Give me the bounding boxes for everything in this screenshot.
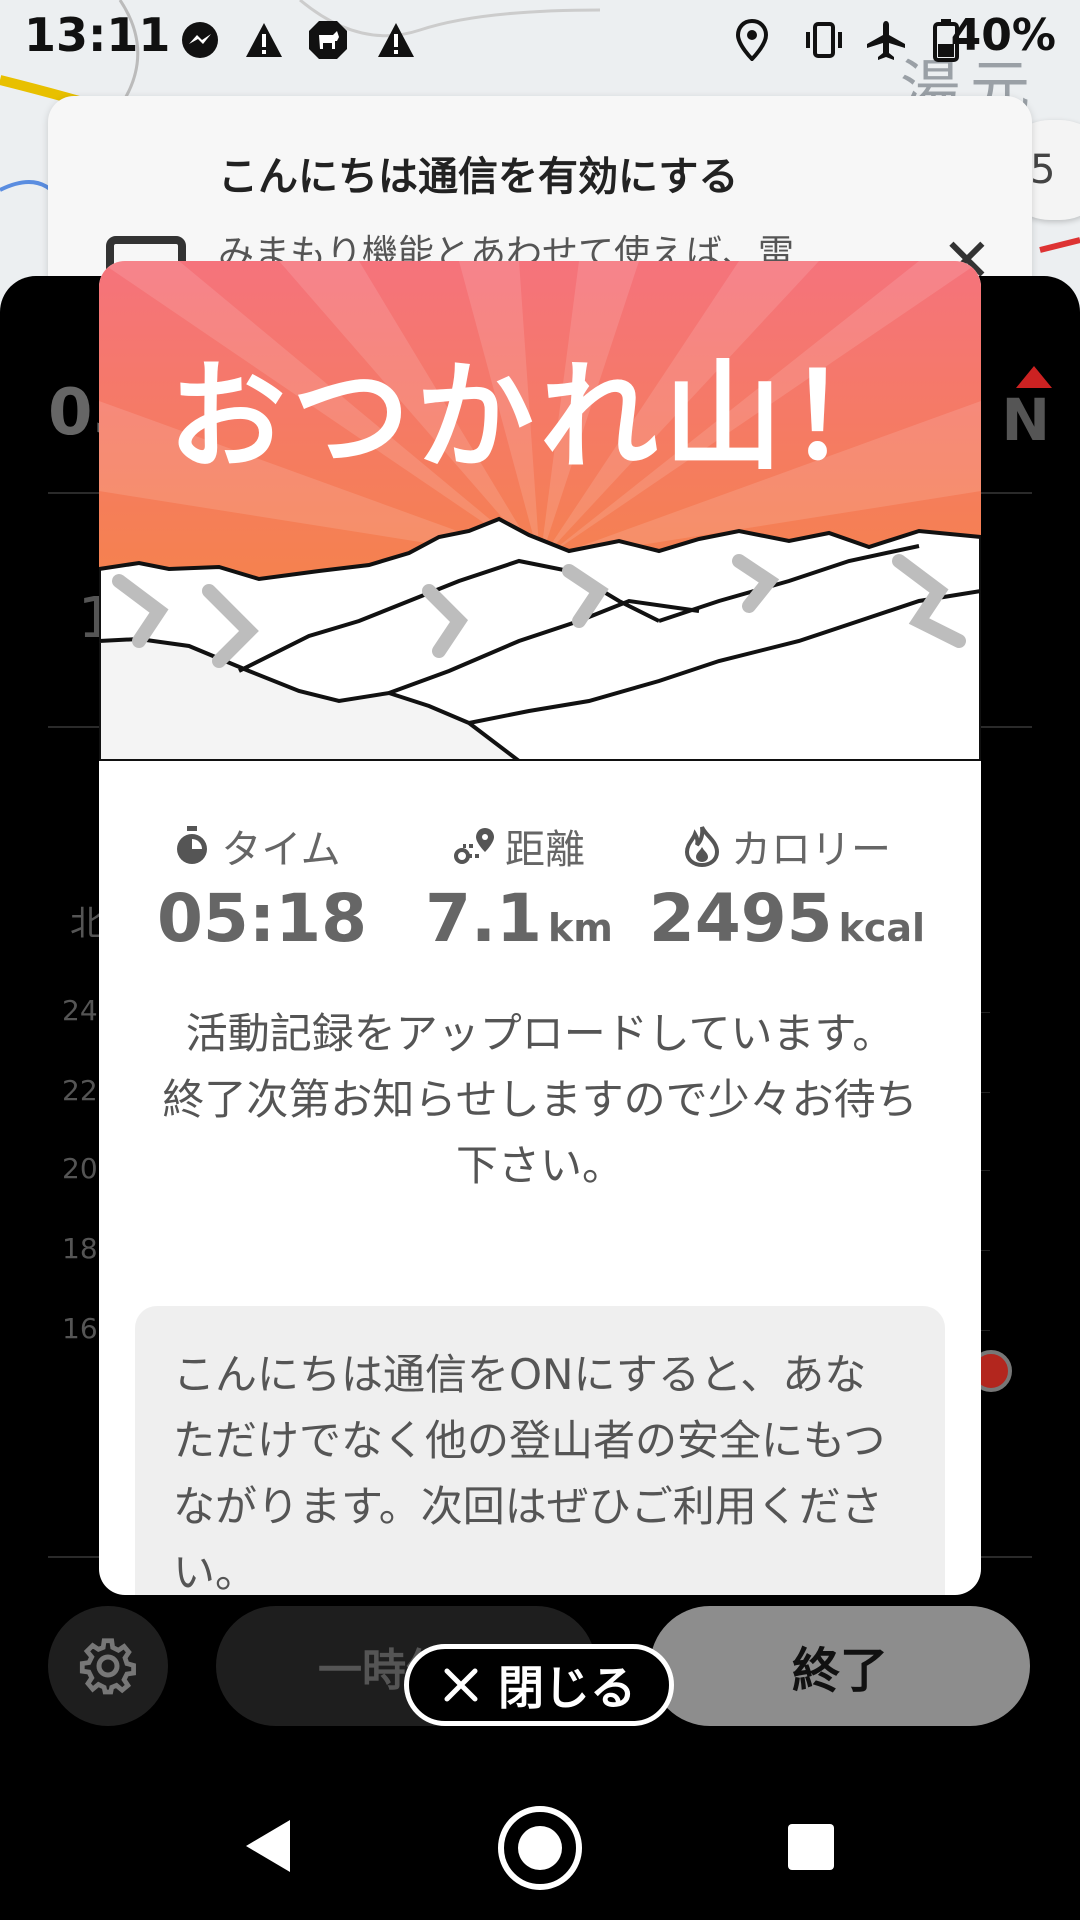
distance-number: 7.1 (425, 880, 543, 957)
stat-time: タイム 05:18 (157, 816, 368, 957)
hero-banner: おつかれ山！ (99, 261, 981, 761)
calories-unit: kcal (838, 906, 926, 950)
gear-icon (79, 1638, 136, 1695)
stat-time-value: 05:18 (157, 880, 368, 957)
close-button-label: 閉じる (498, 1661, 636, 1715)
flame-icon (684, 826, 720, 867)
location-icon (730, 18, 774, 62)
battery-percent: 40% (950, 10, 1056, 61)
upload-message-line: 終了次第お知らせしますので少々お待ち下さい。 (162, 1075, 918, 1190)
banner-title: こんにちは通信を有効にする (218, 154, 739, 200)
stat-time-label: タイム (157, 816, 357, 876)
alert-icon (242, 18, 286, 62)
status-bar: 13:11 40% (0, 0, 1080, 78)
elevation-tick: 22 (62, 1074, 98, 1107)
elevation-tick: 18 (62, 1232, 98, 1265)
upload-message: 活動記録をアップロードしています。 終了次第お知らせしますので少々お待ち下さい。 (159, 1001, 921, 1199)
end-button[interactable]: 終了 (650, 1606, 1030, 1726)
compass-north: N (1001, 386, 1050, 454)
recent-apps-icon[interactable] (788, 1824, 834, 1870)
messenger-icon (178, 18, 222, 62)
stat-distance: 距離 7.1 km (409, 816, 629, 957)
home-icon[interactable] (498, 1806, 582, 1890)
stat-time-label-text: タイム (221, 827, 341, 873)
dog-icon (306, 18, 350, 62)
finish-modal: おつかれ山！ タイム 05:18 距離 7.1 km カロリー 2495 kca… (99, 261, 981, 1595)
stat-distance-label: 距離 (409, 816, 629, 876)
system-nav-bar (0, 1776, 1080, 1920)
vibrate-icon (802, 18, 846, 62)
stopwatch-icon (177, 826, 208, 864)
route-icon (454, 828, 494, 864)
modal-title: おつかれ山！ (167, 348, 912, 486)
info-box: こんにちは通信をONにすると、あなただけでなく他の登山者の安全にもつながります。… (135, 1306, 945, 1595)
stat-distance-value: 7.1 km (409, 880, 629, 957)
stats-row: タイム 05:18 距離 7.1 km カロリー 2495 kcal (99, 816, 981, 957)
stat-distance-label-text: 距離 (505, 827, 585, 873)
status-time: 13:11 (24, 8, 171, 62)
close-button[interactable]: 閉じる (404, 1644, 674, 1726)
alert-icon (374, 18, 418, 62)
elevation-tick: 16 (62, 1312, 98, 1345)
calories-number: 2495 (648, 880, 833, 957)
distance-unit: km (548, 906, 613, 950)
stat-calories-label-text: カロリー (731, 827, 891, 873)
airplane-icon (864, 18, 908, 62)
upload-message-line: 活動記録をアップロードしています。 (185, 1009, 895, 1058)
close-icon (444, 1668, 478, 1702)
stat-calories-label: カロリー (647, 816, 927, 876)
settings-button[interactable] (48, 1606, 168, 1726)
back-icon[interactable] (246, 1820, 290, 1872)
elevation-tick: 24 (62, 994, 98, 1027)
stat-calories: カロリー 2495 kcal (647, 816, 927, 957)
north-arrow-icon (1016, 366, 1052, 388)
elevation-tick: 20 (62, 1152, 98, 1185)
stat-calories-value: 2495 kcal (647, 880, 927, 957)
